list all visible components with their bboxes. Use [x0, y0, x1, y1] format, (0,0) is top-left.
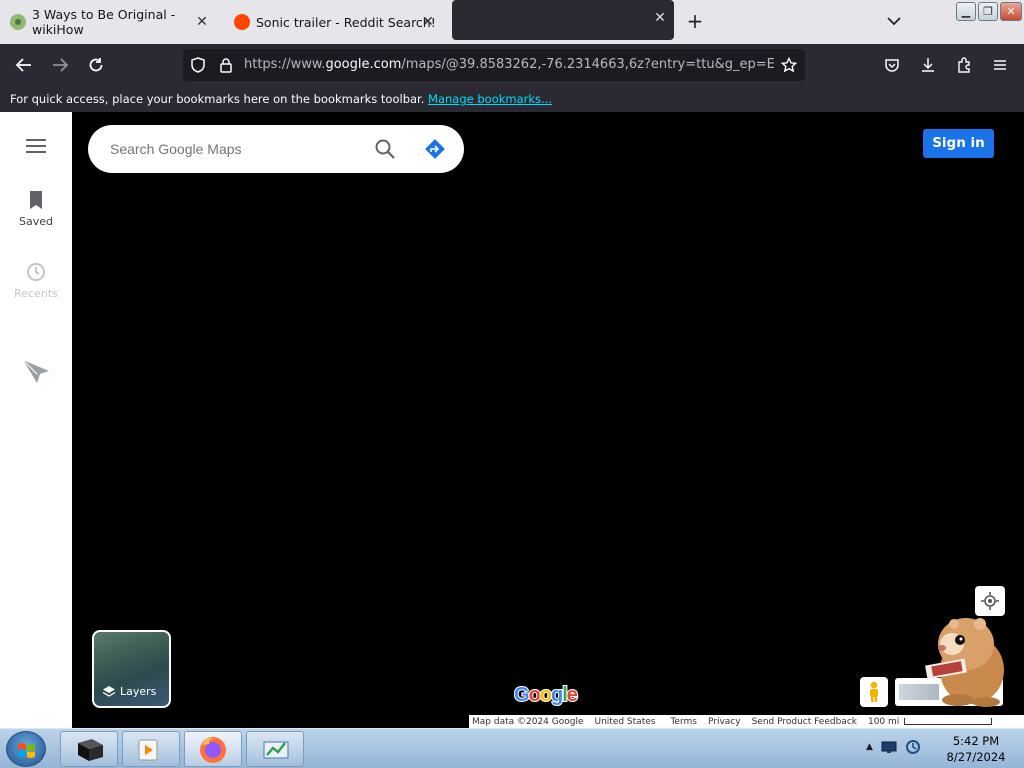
clock-time: 5:42 PM: [952, 734, 1000, 748]
maps-menu-button[interactable]: [0, 138, 72, 157]
tab-title: Sonic trailer - Reddit Search!: [256, 14, 436, 30]
bookmarks-toolbar: For quick access, place your bookmarks h…: [0, 86, 1024, 112]
show-hidden-icons-icon[interactable]: ▲: [866, 742, 873, 752]
wikihow-icon: [10, 14, 26, 30]
reload-icon: [89, 58, 103, 72]
terms-link[interactable]: Terms: [658, 717, 700, 727]
forward-button[interactable]: [47, 52, 73, 78]
taskbar-clock[interactable]: 5:42 PM 8/27/2024: [936, 733, 1016, 765]
arrow-left-icon: [15, 58, 31, 72]
firefox-icon: [200, 737, 226, 763]
street-view-pegman-button[interactable]: [860, 677, 888, 707]
menu-button[interactable]: [987, 52, 1013, 78]
shield-icon[interactable]: [190, 57, 206, 73]
google-wordmark: Google: [513, 683, 580, 707]
chart-app-icon: [263, 741, 289, 759]
browser-tab-strip: 3 Ways to Be Original - wikiHow ✕ Sonic …: [0, 0, 1024, 44]
navigation-toolbar: https://www.google.com/maps/@39.8583262,…: [0, 44, 1024, 86]
taskbar-app-media-player[interactable]: [122, 731, 180, 767]
restore-button[interactable]: ❐: [978, 2, 998, 21]
list-all-tabs-icon[interactable]: [884, 11, 904, 31]
tab-reddit[interactable]: Sonic trailer - Reddit Search! ✕: [228, 4, 442, 40]
window-controls: ▁ ❐ ✕: [956, 2, 1022, 21]
tab-google-maps[interactable]: ✕: [452, 0, 674, 40]
network-icon[interactable]: [881, 740, 897, 754]
star-icon[interactable]: [781, 57, 797, 73]
directions-icon[interactable]: [424, 138, 446, 160]
send-feedback-link[interactable]: Send Product Feedback: [744, 717, 860, 727]
url-text[interactable]: https://www.google.com/maps/@39.8583262,…: [244, 57, 774, 72]
extensions-button[interactable]: [951, 52, 977, 78]
back-button[interactable]: [11, 52, 37, 78]
sync-icon[interactable]: [905, 739, 921, 755]
close-tab-icon[interactable]: ✕: [420, 14, 436, 30]
close-tab-icon[interactable]: ✕: [652, 10, 668, 26]
taskbar-app-firefox[interactable]: [184, 731, 242, 767]
pocket-button[interactable]: [879, 52, 905, 78]
saved-button[interactable]: Saved: [0, 190, 72, 228]
maps-side-rail: Saved Recents: [0, 112, 72, 728]
downloads-button[interactable]: [915, 52, 941, 78]
url-path: /maps/@39.8583262,-76.2314663,6z?entry=t…: [401, 57, 774, 72]
scale-label[interactable]: 100 mi: [860, 717, 902, 727]
close-window-button[interactable]: ✕: [1000, 2, 1022, 21]
reddit-icon: [234, 14, 250, 30]
hamburger-menu-icon: [994, 60, 1006, 70]
manage-bookmarks-link[interactable]: Manage bookmarks...: [428, 92, 552, 106]
scale-bar[interactable]: [904, 718, 993, 725]
reload-button[interactable]: [83, 52, 109, 78]
url-domain: google.com: [325, 57, 402, 72]
new-tab-button[interactable]: +: [682, 8, 708, 34]
pocket-icon: [885, 59, 899, 72]
lock-icon[interactable]: [219, 57, 233, 73]
saved-label: Saved: [19, 215, 53, 228]
search-icon[interactable]: [374, 138, 396, 160]
puzzle-icon: [958, 57, 970, 73]
history-icon: [27, 263, 45, 281]
tab-wikihow[interactable]: 3 Ways to Be Original - wikiHow ✕: [4, 4, 216, 40]
recents-label: Recents: [14, 287, 58, 300]
clock-date: 8/27/2024: [946, 750, 1006, 764]
bookmark-icon: [30, 191, 42, 209]
hamburger-menu-icon: [26, 139, 46, 153]
privacy-link[interactable]: Privacy: [700, 717, 744, 727]
recents-button[interactable]: Recents: [0, 262, 72, 300]
layers-button[interactable]: Layers: [92, 630, 171, 708]
google-maps-page: Saved Recents Sign in Layers Google: [0, 112, 1024, 728]
layers-text: Layers: [120, 685, 157, 698]
hamster-reading-sticker: [925, 618, 1004, 707]
layers-icon: [102, 686, 116, 697]
layers-label-group: Layers: [102, 685, 156, 698]
map-data-credit: Map data ©2024 Google: [472, 716, 584, 727]
url-prefix: https://www.: [244, 57, 326, 72]
region-link[interactable]: United States: [587, 717, 659, 727]
minimize-button[interactable]: ▁: [956, 2, 976, 21]
terminal-icon: [78, 739, 103, 761]
close-tab-icon[interactable]: ✕: [194, 14, 210, 30]
maps-footer: Map data ©2024 Google United States Term…: [469, 715, 1024, 728]
taskbar-app-chart-tool[interactable]: [246, 731, 304, 767]
download-icon: [922, 58, 934, 72]
svg-text:Google: Google: [514, 684, 578, 706]
arrow-right-icon: [53, 58, 69, 72]
taskbar-app-terminal[interactable]: [60, 731, 118, 767]
windows-taskbar: ▲ 5:42 PM 8/27/2024: [0, 728, 1024, 768]
paper-plane-icon: [22, 359, 49, 383]
bookmarks-message: For quick access, place your bookmarks h…: [10, 92, 425, 106]
windows-logo-icon: [18, 743, 35, 758]
pegman-icon: [870, 681, 878, 702]
map-canvas[interactable]: [72, 112, 1024, 728]
maps-search-box[interactable]: [88, 125, 464, 173]
system-tray: ▲: [866, 739, 921, 755]
tab-title: 3 Ways to Be Original - wikiHow: [32, 7, 176, 37]
sign-in-button[interactable]: Sign in: [923, 129, 994, 158]
google-logo: Google: [513, 682, 582, 711]
send-to-device-button[interactable]: [0, 358, 72, 387]
search-input[interactable]: [110, 137, 350, 161]
url-bar[interactable]: https://www.google.com/maps/@39.8583262,…: [183, 49, 805, 81]
media-player-icon: [138, 739, 158, 761]
start-button[interactable]: [6, 731, 46, 767]
